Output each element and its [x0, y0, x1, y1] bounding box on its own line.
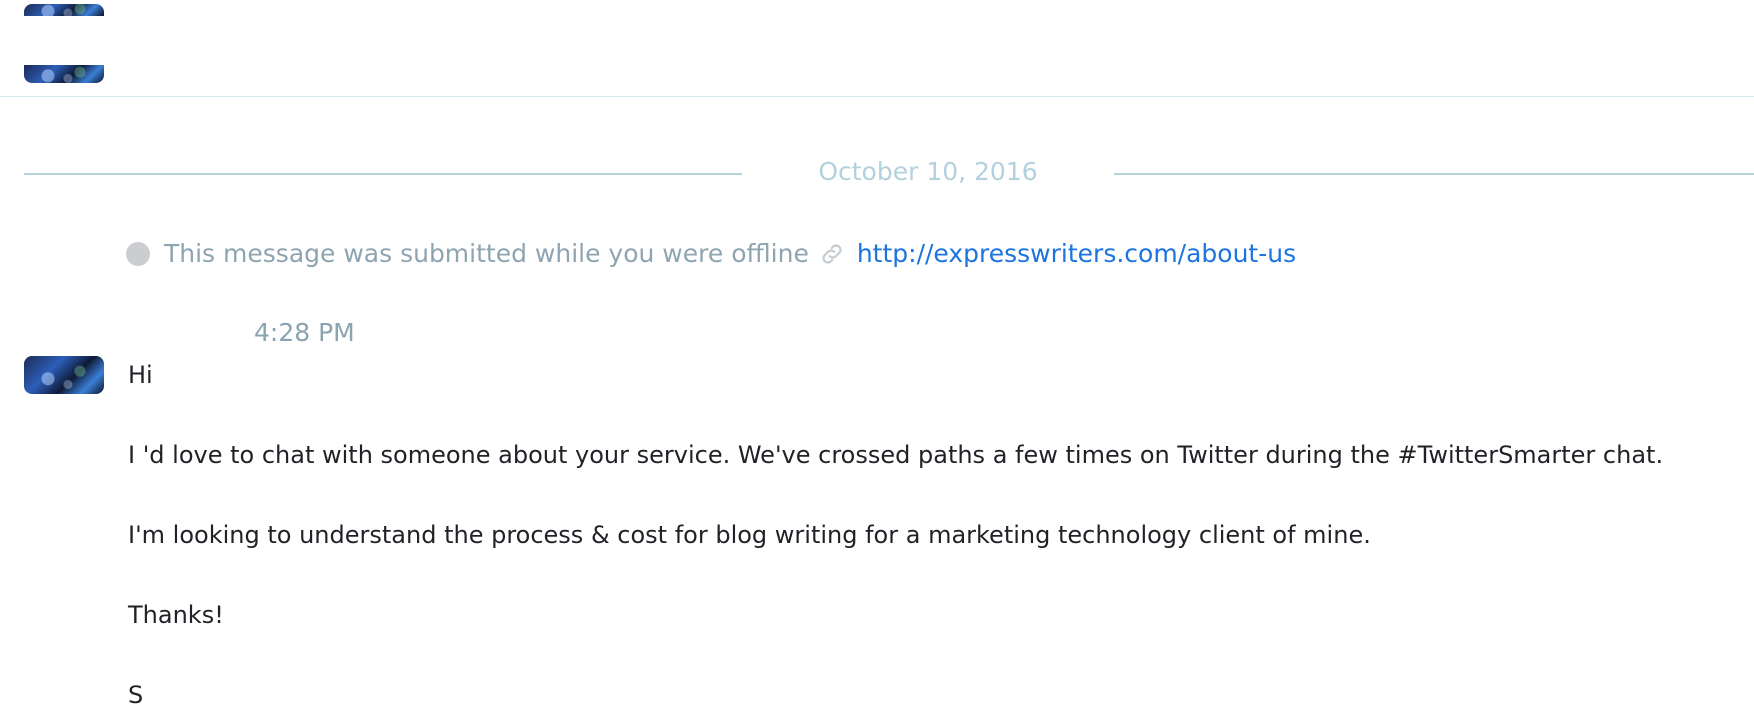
message-body: Hi I 'd love to chat with someone about …: [128, 358, 1728, 726]
date-separator-line-right: [1114, 173, 1754, 175]
visitor-avatar: [24, 356, 104, 394]
message-line: I'm looking to understand the process & …: [128, 521, 1371, 549]
chat-transcript: October 10, 2016 This message was submit…: [0, 0, 1754, 726]
message-line: Thanks!: [128, 601, 224, 629]
offline-notice-text: This message was submitted while you wer…: [164, 239, 809, 268]
date-separator-line-left: [24, 173, 742, 175]
date-separator-label: October 10, 2016: [818, 157, 1038, 186]
message-line: Hi: [128, 361, 153, 389]
message-line: I 'd love to chat with someone about you…: [128, 441, 1664, 469]
section-divider: [0, 96, 1754, 97]
message-timestamp: 4:28 PM: [254, 318, 355, 347]
previous-message-avatar-bottom: [24, 65, 104, 83]
message-line: S: [128, 681, 144, 709]
offline-status-icon: [126, 241, 150, 266]
previous-message-avatar: [24, 4, 104, 16]
source-page-link[interactable]: http://expresswriters.com/about-us: [857, 239, 1296, 268]
offline-notice: This message was submitted while you wer…: [126, 239, 1296, 268]
link-icon: [819, 241, 845, 267]
